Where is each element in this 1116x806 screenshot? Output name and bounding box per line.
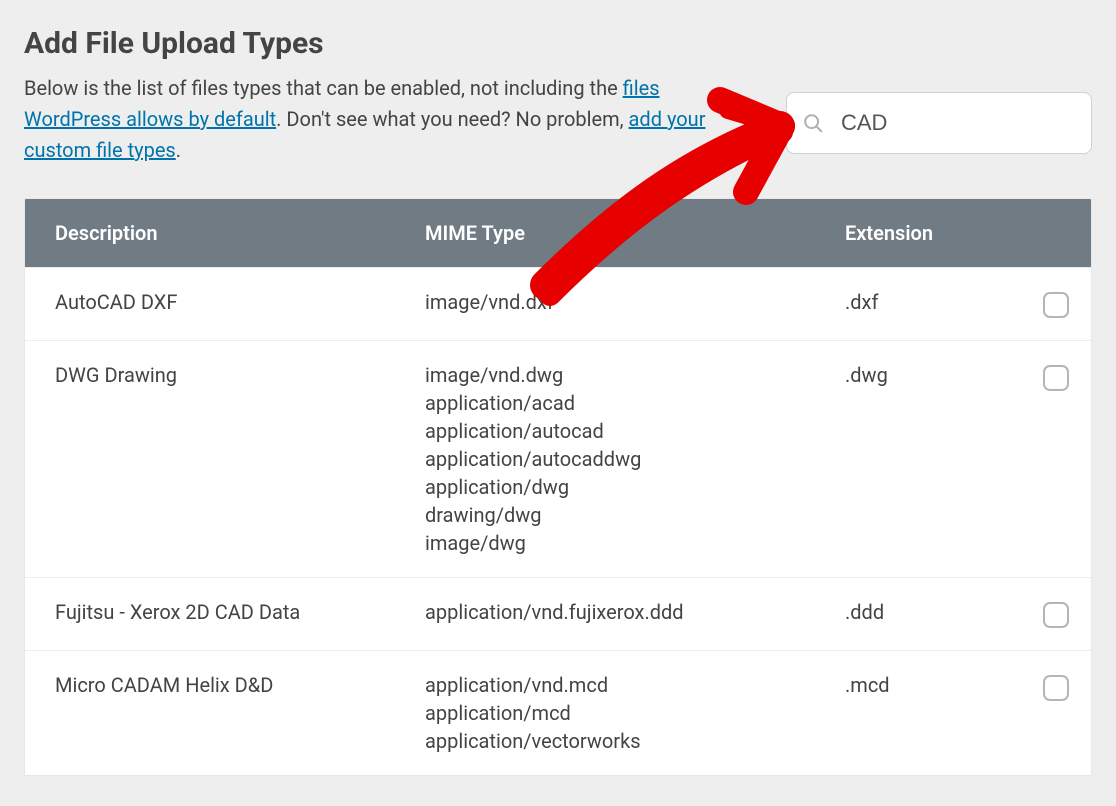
search-icon: [802, 112, 824, 134]
subtitle-text: .: [176, 138, 181, 162]
row-description: Micro CADAM Helix D&D: [55, 673, 425, 697]
row-mime: application/vnd.mcd application/mcd applic…: [425, 673, 845, 753]
row-mime: image/vnd.dxf: [425, 290, 845, 314]
table-row: DWG Drawingimage/vnd.dwg application/acad…: [25, 340, 1091, 577]
search-wrap: [786, 92, 1092, 154]
mime-value: application/vnd.mcd: [425, 673, 845, 697]
row-description: Fujitsu - Xerox 2D CAD Data: [55, 600, 425, 624]
mime-value: application/autocad: [425, 419, 845, 443]
enable-checkbox[interactable]: [1043, 675, 1069, 701]
mime-value: application/autocaddwg: [425, 447, 845, 471]
page-subtitle: Below is the list of files types that ca…: [24, 73, 724, 166]
table-row: AutoCAD DXFimage/vnd.dxf.dxf: [25, 267, 1091, 340]
mime-value: application/dwg: [425, 475, 845, 499]
mime-value: image/vnd.dxf: [425, 290, 845, 314]
mime-value: image/vnd.dwg: [425, 363, 845, 387]
enable-checkbox[interactable]: [1043, 602, 1069, 628]
table-header: Description MIME Type Extension: [25, 199, 1091, 267]
row-description: AutoCAD DXF: [55, 290, 425, 314]
mime-value: application/vnd.fujixerox.ddd: [425, 600, 845, 624]
subtitle-text: Below is the list of files types that ca…: [24, 76, 623, 100]
enable-checkbox[interactable]: [1043, 365, 1069, 391]
mime-value: application/vectorworks: [425, 729, 845, 753]
search-input[interactable]: [786, 92, 1092, 154]
mime-value: application/mcd: [425, 701, 845, 725]
row-extension: .ddd: [845, 600, 1029, 624]
file-types-table: Description MIME Type Extension AutoCAD …: [24, 198, 1092, 776]
mime-value: application/acad: [425, 391, 845, 415]
col-header-mime: MIME Type: [425, 221, 845, 245]
subtitle-text: . Don't see what you need? No problem,: [276, 107, 628, 131]
page-title: Add File Upload Types: [24, 26, 724, 61]
row-extension: .dwg: [845, 363, 1029, 387]
row-mime: application/vnd.fujixerox.ddd: [425, 600, 845, 624]
col-header-description: Description: [55, 221, 425, 245]
row-mime: image/vnd.dwg application/acad application…: [425, 363, 845, 555]
table-row: Micro CADAM Helix D&Dapplication/vnd.mcd…: [25, 650, 1091, 775]
mime-value: image/dwg: [425, 531, 845, 555]
row-extension: .dxf: [845, 290, 1029, 314]
col-header-extension: Extension: [845, 221, 1029, 245]
mime-value: drawing/dwg: [425, 503, 845, 527]
table-row: Fujitsu - Xerox 2D CAD Dataapplication/v…: [25, 577, 1091, 650]
row-extension: .mcd: [845, 673, 1029, 697]
enable-checkbox[interactable]: [1043, 292, 1069, 318]
row-description: DWG Drawing: [55, 363, 425, 387]
